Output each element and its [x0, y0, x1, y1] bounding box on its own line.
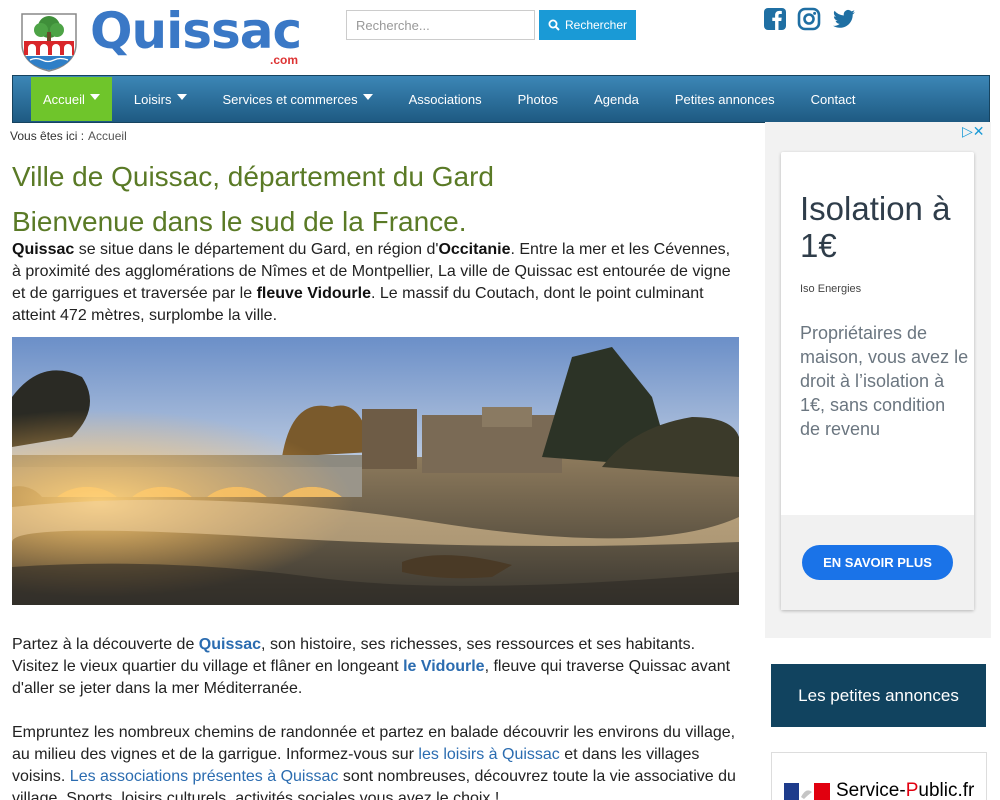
discover-paragraph: Partez à la découverte de Quissac, son h… — [12, 636, 731, 697]
nav-item-contact[interactable]: Contact — [793, 76, 874, 122]
nav-label: Accueil — [43, 91, 85, 107]
breadcrumb: Vous êtes ici : Accueil — [10, 129, 127, 143]
facebook-icon[interactable] — [763, 7, 787, 31]
nav-label: Services et commerces — [222, 91, 358, 107]
ad-card[interactable]: Isolation à 1€ Iso Energies Propriétaire… — [781, 152, 974, 610]
caret-down-icon — [362, 94, 373, 100]
coat-of-arms-icon — [21, 13, 77, 72]
search-input[interactable] — [346, 10, 535, 40]
nav-item-accueil[interactable]: Accueil — [31, 77, 112, 121]
village-bridge-photo — [12, 337, 739, 605]
caret-down-icon — [176, 94, 187, 100]
site-logo[interactable]: Quissac .com — [18, 2, 308, 72]
ad-body: Propriétaires de maison, vous avez le dr… — [800, 323, 969, 439]
instagram-icon[interactable] — [797, 7, 821, 31]
nav-item-petites-annonces[interactable]: Petites annonces — [657, 76, 793, 122]
ad-cta-button[interactable]: EN SAVOIR PLUS — [802, 545, 953, 580]
search-icon — [548, 19, 560, 31]
search-button[interactable]: Rechercher — [539, 10, 636, 40]
nav-label: Associations — [408, 91, 482, 107]
nav-label: Loisirs — [133, 91, 172, 107]
main-content: Ville de Quissac, département du Gard Bi… — [12, 160, 742, 800]
associations-link[interactable]: Les associations présentes à Quissac — [70, 768, 339, 785]
nav-item-agenda[interactable]: Agenda — [576, 76, 657, 122]
nav-label: Petites annonces — [674, 91, 775, 107]
logo-wordmark: Quissac — [90, 2, 302, 60]
breadcrumb-home-link[interactable]: Accueil — [88, 129, 127, 143]
page-title: Ville de Quissac, département du Gard — [12, 161, 494, 192]
nav-item-photos[interactable]: Photos — [500, 76, 576, 122]
caret-down-icon — [89, 94, 100, 100]
ad-brand: Iso Energies — [800, 283, 862, 295]
nav-item-associations[interactable]: Associations — [391, 76, 500, 122]
petites-annonces-banner[interactable]: Les petites annonces — [771, 664, 986, 727]
nav-label: Photos — [517, 91, 559, 107]
logo-suffix: .com — [270, 53, 299, 67]
leisure-paragraph: Empruntez les nombreux chemins de randon… — [12, 724, 736, 800]
ad-heading: Isolation à 1€ — [800, 190, 951, 264]
intro-paragraph: Quissac se situe dans le département du … — [12, 241, 731, 324]
breadcrumb-label: Vous êtes ici : — [10, 129, 85, 143]
page-subtitle: Bienvenue dans le sud de la France. — [12, 206, 467, 237]
service-public-text: Service-Public.fr — [836, 780, 975, 800]
vidourle-link[interactable]: le Vidourle — [403, 658, 485, 675]
main-navigation: Accueil Loisirs Services et commerces As… — [12, 75, 990, 123]
loisirs-link[interactable]: les loisirs à Quissac — [418, 746, 559, 763]
search-button-label: Rechercher — [564, 18, 628, 32]
twitter-icon[interactable] — [832, 7, 856, 31]
marianne-logo-icon — [784, 783, 830, 800]
ad-choices-close-icon[interactable]: ▷✕ — [962, 123, 985, 140]
nav-item-loisirs[interactable]: Loisirs — [116, 76, 205, 122]
nav-label: Agenda — [594, 91, 639, 107]
nav-label: Contact — [810, 91, 856, 107]
service-public-banner[interactable]: Service-Public.fr — [771, 752, 987, 800]
quissac-link[interactable]: Quissac — [199, 636, 261, 653]
nav-item-services[interactable]: Services et commerces — [205, 76, 391, 122]
